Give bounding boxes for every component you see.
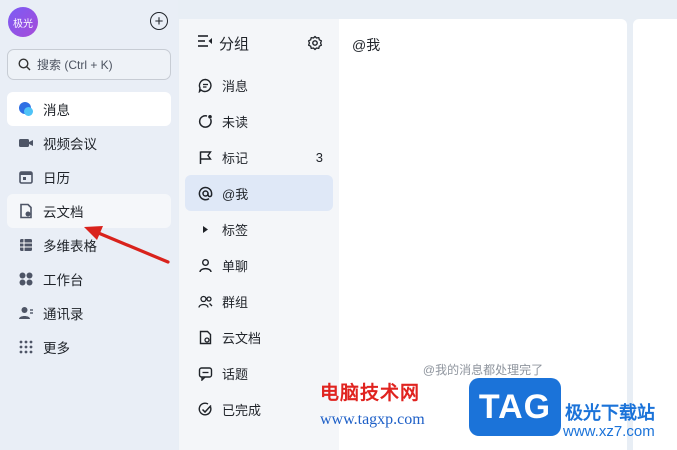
watermark-site-url: www.tagxp.com	[320, 411, 425, 428]
sidebar-nav: 消息 视频会议 日历 云文档 多维表格 工作台 通讯录 更多	[7, 92, 171, 364]
contacts-icon	[18, 305, 34, 321]
sidebar-item-label: 日历	[43, 171, 70, 186]
more-grid-icon	[18, 339, 34, 355]
group-item-unread[interactable]: 未读	[185, 103, 333, 139]
group-item-label: @我	[222, 186, 249, 202]
group-item-tags[interactable]: 标签	[185, 211, 333, 247]
sidebar-item-multi-table[interactable]: 多维表格	[7, 228, 171, 262]
add-button[interactable]: +	[150, 12, 168, 30]
chat-bubbles-icon	[18, 101, 34, 117]
video-camera-icon	[18, 135, 34, 151]
watermark-brand: 极光下载站	[565, 403, 655, 423]
search-input[interactable]: 搜索 (Ctrl + K)	[7, 49, 171, 80]
panel-title: @我	[352, 37, 381, 53]
calendar-icon	[18, 169, 34, 185]
sidebar-item-label: 消息	[43, 103, 70, 118]
group-item-label: 未读	[222, 114, 249, 130]
group-item-label: 标签	[222, 222, 249, 238]
group-item-label: 已完成	[222, 402, 262, 418]
left-sidebar: 极光 + 搜索 (Ctrl + K) 消息 视频会议 日历 云文档 多维表格 工…	[0, 0, 178, 450]
unread-icon	[197, 113, 213, 129]
cloud-doc-icon	[18, 203, 34, 219]
topic-icon	[197, 365, 213, 381]
sidebar-item-label: 通讯录	[43, 307, 84, 322]
group-item-label: 单聊	[222, 258, 249, 274]
group-item-label: 标记	[222, 150, 249, 166]
watermark-brand-url: www.xz7.com	[563, 423, 655, 440]
group-item-label: 消息	[222, 78, 249, 94]
message-icon	[197, 77, 213, 93]
group-item-cloud-docs[interactable]: 云文档	[185, 319, 333, 355]
gear-icon[interactable]	[307, 35, 323, 55]
sidebar-item-label: 工作台	[43, 273, 84, 288]
done-icon	[197, 401, 213, 417]
workspace-icon	[18, 271, 34, 287]
plus-icon: +	[154, 12, 164, 30]
sidebar-item-contacts[interactable]: 通讯录	[7, 296, 171, 330]
group-item-label: 话题	[222, 366, 249, 382]
group-item-messages[interactable]: 消息	[185, 67, 333, 103]
search-icon	[18, 58, 31, 71]
sidebar-item-label: 视频会议	[43, 137, 97, 152]
group-item-flagged[interactable]: 标记 3	[185, 139, 333, 175]
group-item-groups[interactable]: 群组	[185, 283, 333, 319]
groups-panel: 分组 消息 未读 标记 3 @我 标签 单聊 群组 云文档 话题 已完成	[179, 19, 339, 450]
search-placeholder: 搜索 (Ctrl + K)	[37, 58, 113, 72]
avatar[interactable]: 极光	[8, 7, 38, 37]
tag-logo: TAG	[469, 378, 561, 436]
sidebar-item-workspace[interactable]: 工作台	[7, 262, 171, 296]
group-icon	[197, 293, 213, 309]
sidebar-item-messages[interactable]: 消息	[7, 92, 171, 126]
collapse-icon[interactable]	[197, 34, 213, 52]
groups-title: 分组	[219, 35, 250, 53]
person-icon	[197, 257, 213, 273]
sidebar-item-calendar[interactable]: 日历	[7, 160, 171, 194]
flagged-count: 3	[315, 149, 323, 165]
watermark-site-name: 电脑技术网	[320, 383, 421, 404]
sidebar-item-video-meeting[interactable]: 视频会议	[7, 126, 171, 160]
sidebar-item-label: 更多	[43, 341, 70, 356]
group-item-done[interactable]: 已完成	[185, 391, 333, 427]
group-item-mentions[interactable]: @我	[185, 175, 333, 211]
empty-state-message: @我的消息都处理完了	[422, 363, 544, 377]
at-icon	[197, 185, 213, 201]
caret-right-icon	[197, 221, 213, 237]
groups-header: 分组	[179, 19, 339, 67]
group-item-topics[interactable]: 话题	[185, 355, 333, 391]
right-panel	[633, 19, 677, 450]
group-item-label: 云文档	[222, 330, 262, 346]
sidebar-item-cloud-docs[interactable]: 云文档	[7, 194, 171, 228]
sidebar-item-label: 云文档	[43, 205, 84, 220]
group-item-direct-chats[interactable]: 单聊	[185, 247, 333, 283]
sidebar-item-more[interactable]: 更多	[7, 330, 171, 364]
group-item-label: 群组	[222, 294, 249, 310]
multi-table-icon	[18, 237, 34, 253]
sidebar-item-label: 多维表格	[43, 239, 97, 254]
flag-icon	[197, 149, 213, 165]
doc-icon	[197, 329, 213, 345]
